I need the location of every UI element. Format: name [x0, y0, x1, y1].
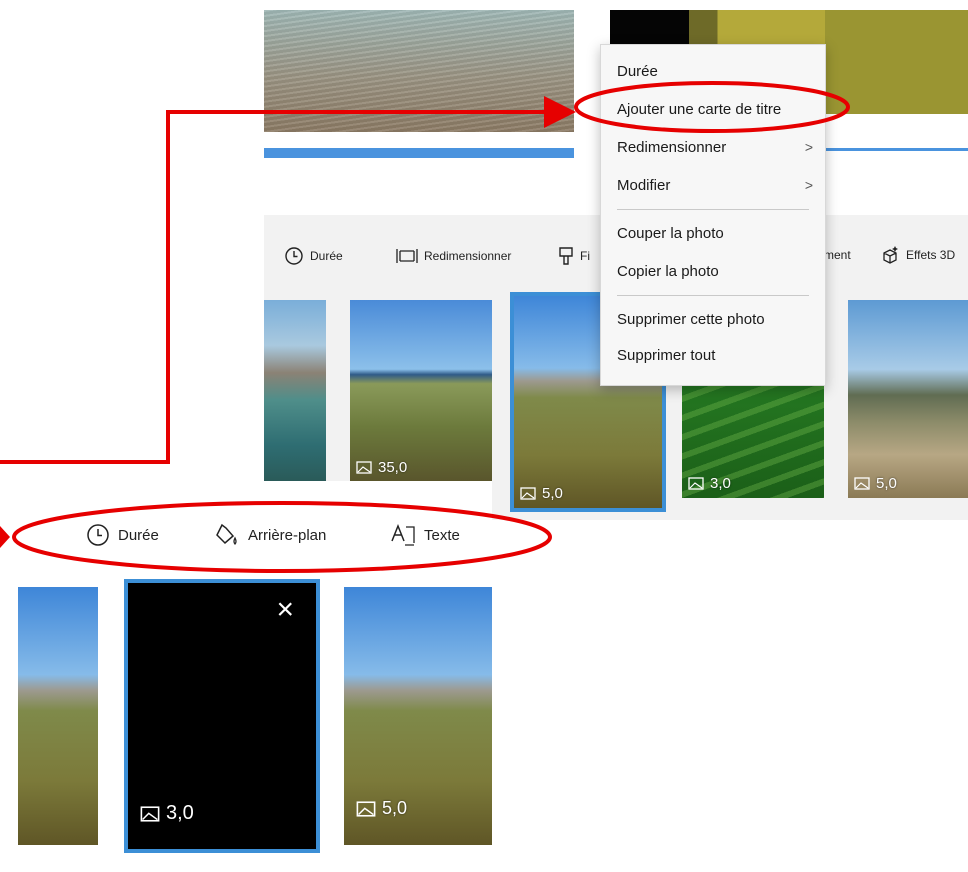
annotation-arrow [0, 96, 576, 464]
annotation-arrow-tip [0, 526, 10, 548]
highlight-ellipse-menu [574, 81, 850, 133]
annotation-overlay [0, 81, 850, 573]
highlight-ellipse-toolbar [12, 501, 552, 573]
